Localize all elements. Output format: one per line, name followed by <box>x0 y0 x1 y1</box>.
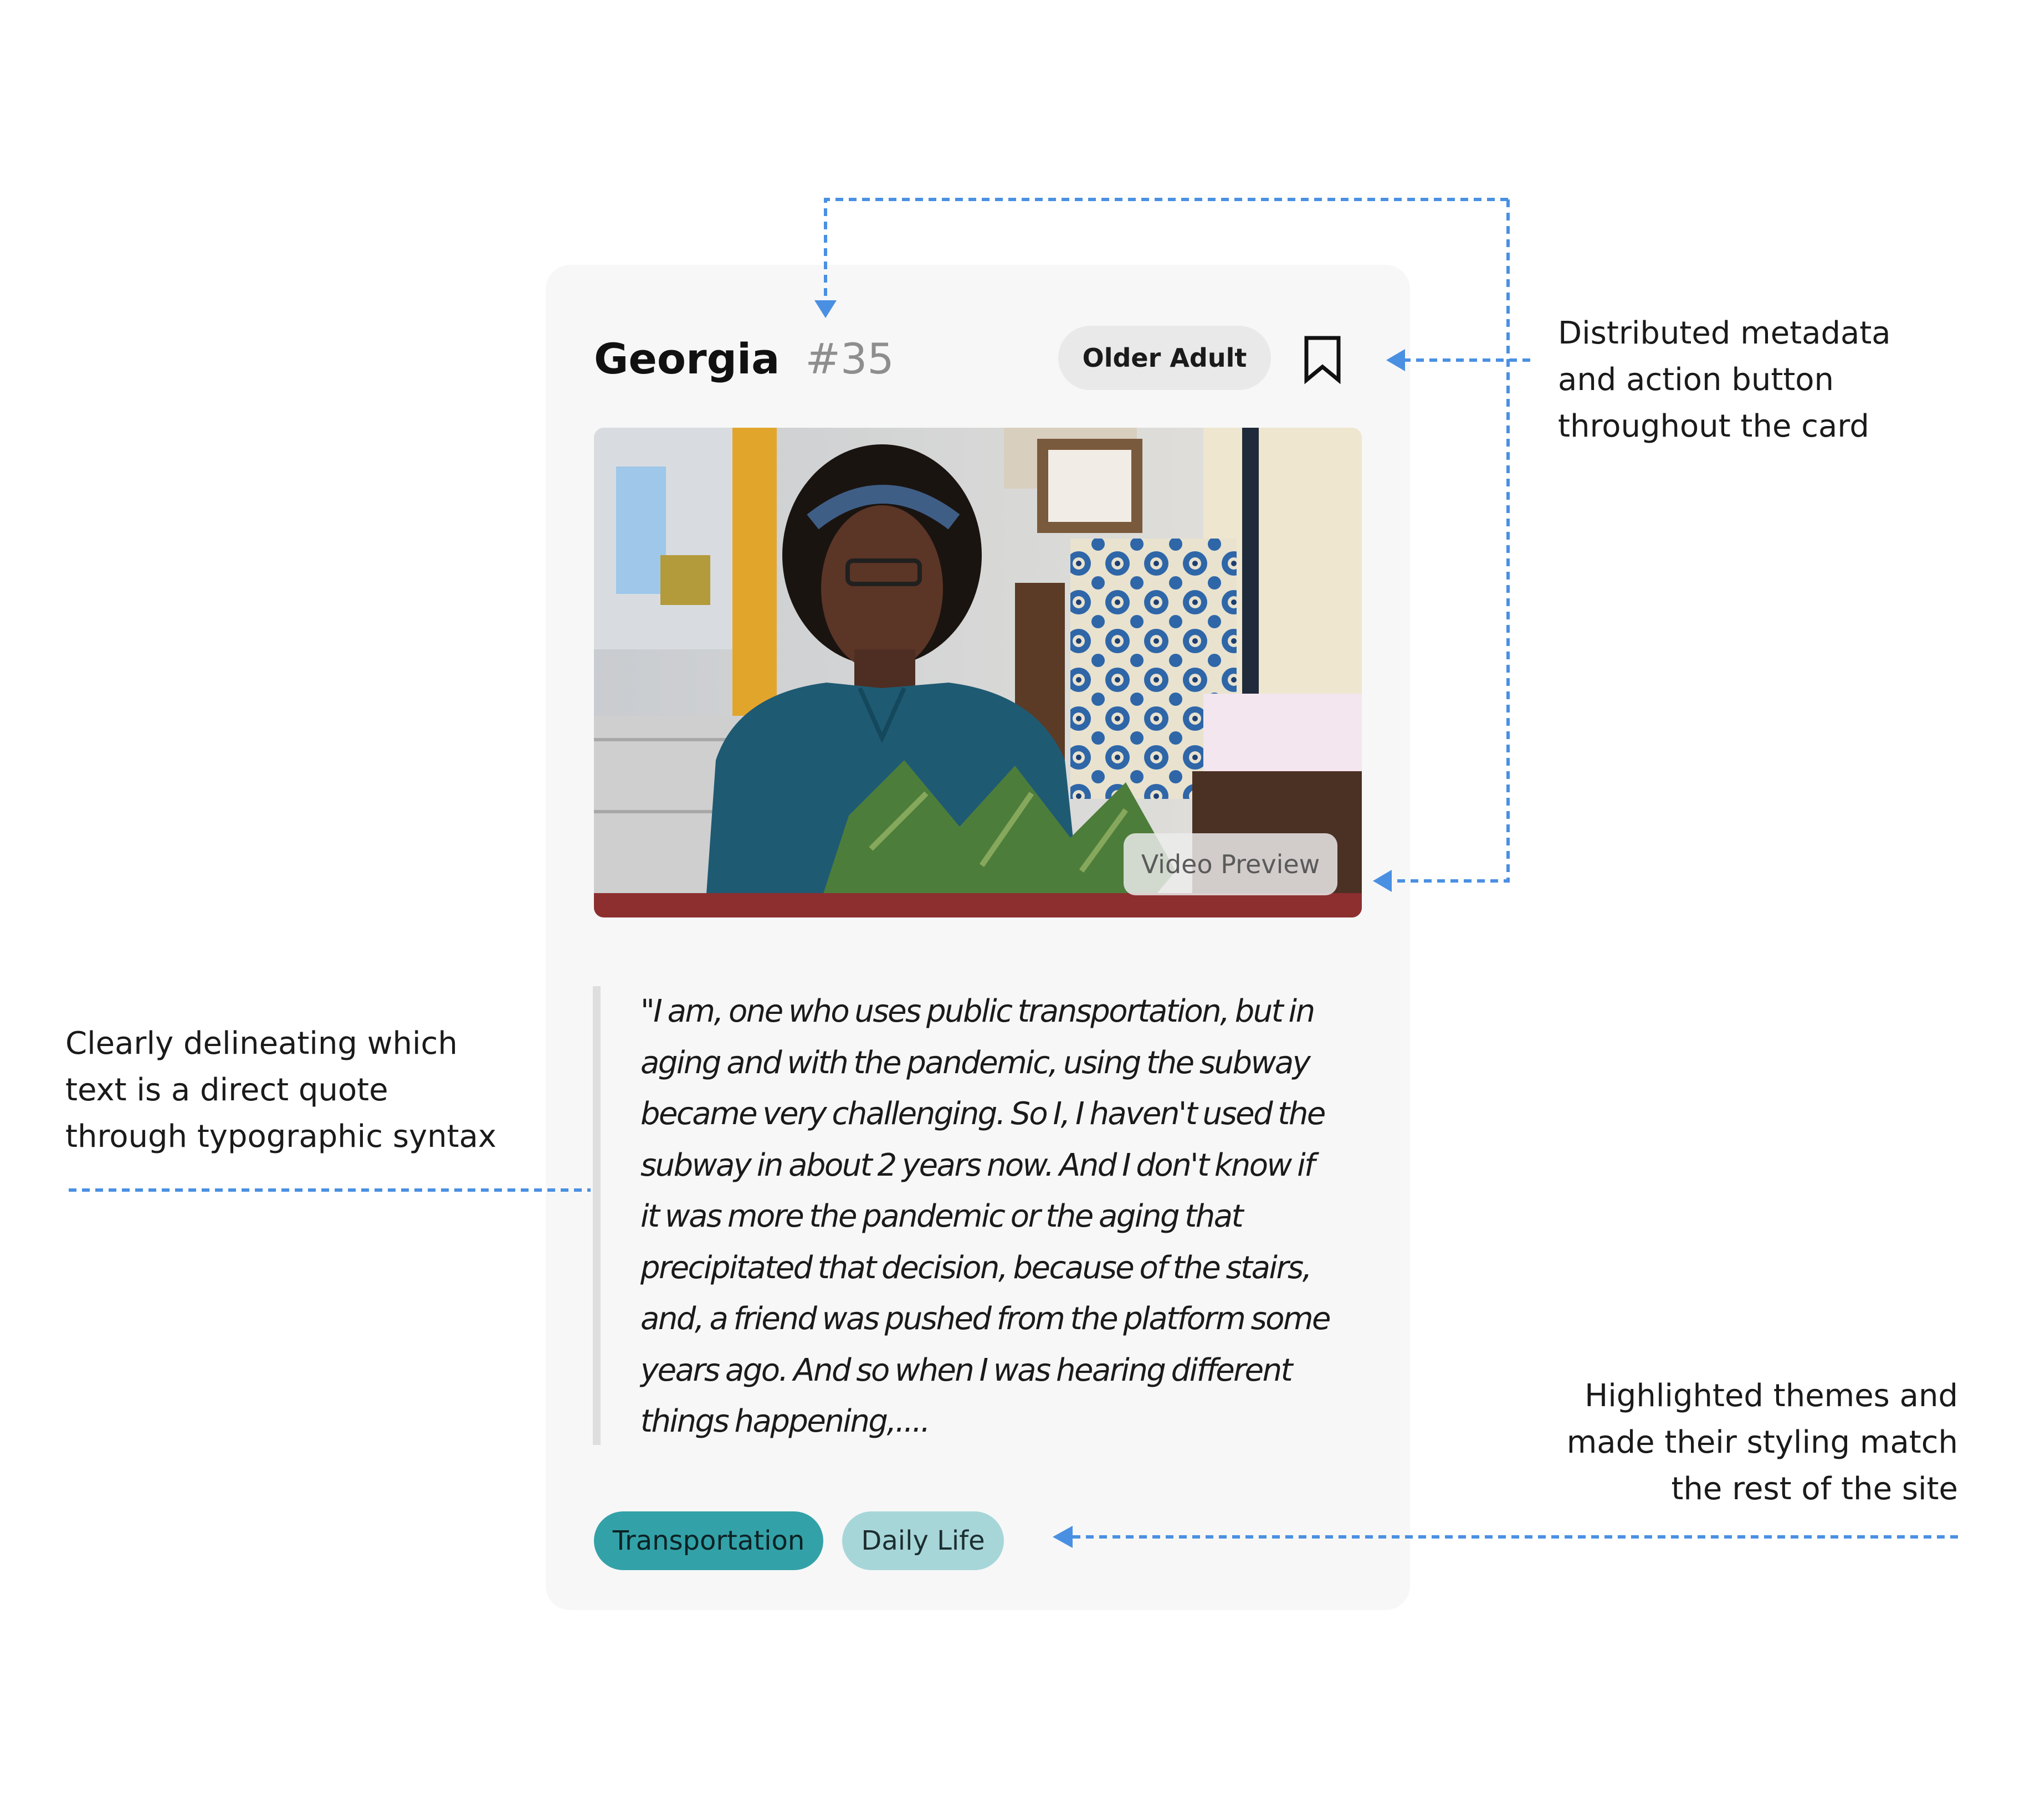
arrowhead-video <box>1373 870 1392 892</box>
arrow-to-video <box>1392 199 1510 883</box>
arrow-to-name <box>824 198 1508 304</box>
arrowhead-name <box>814 300 837 318</box>
annotation-arrows <box>69 198 1958 1548</box>
arrowhead-tags <box>1053 1526 1073 1548</box>
arrowhead-bookmark <box>1386 349 1405 371</box>
